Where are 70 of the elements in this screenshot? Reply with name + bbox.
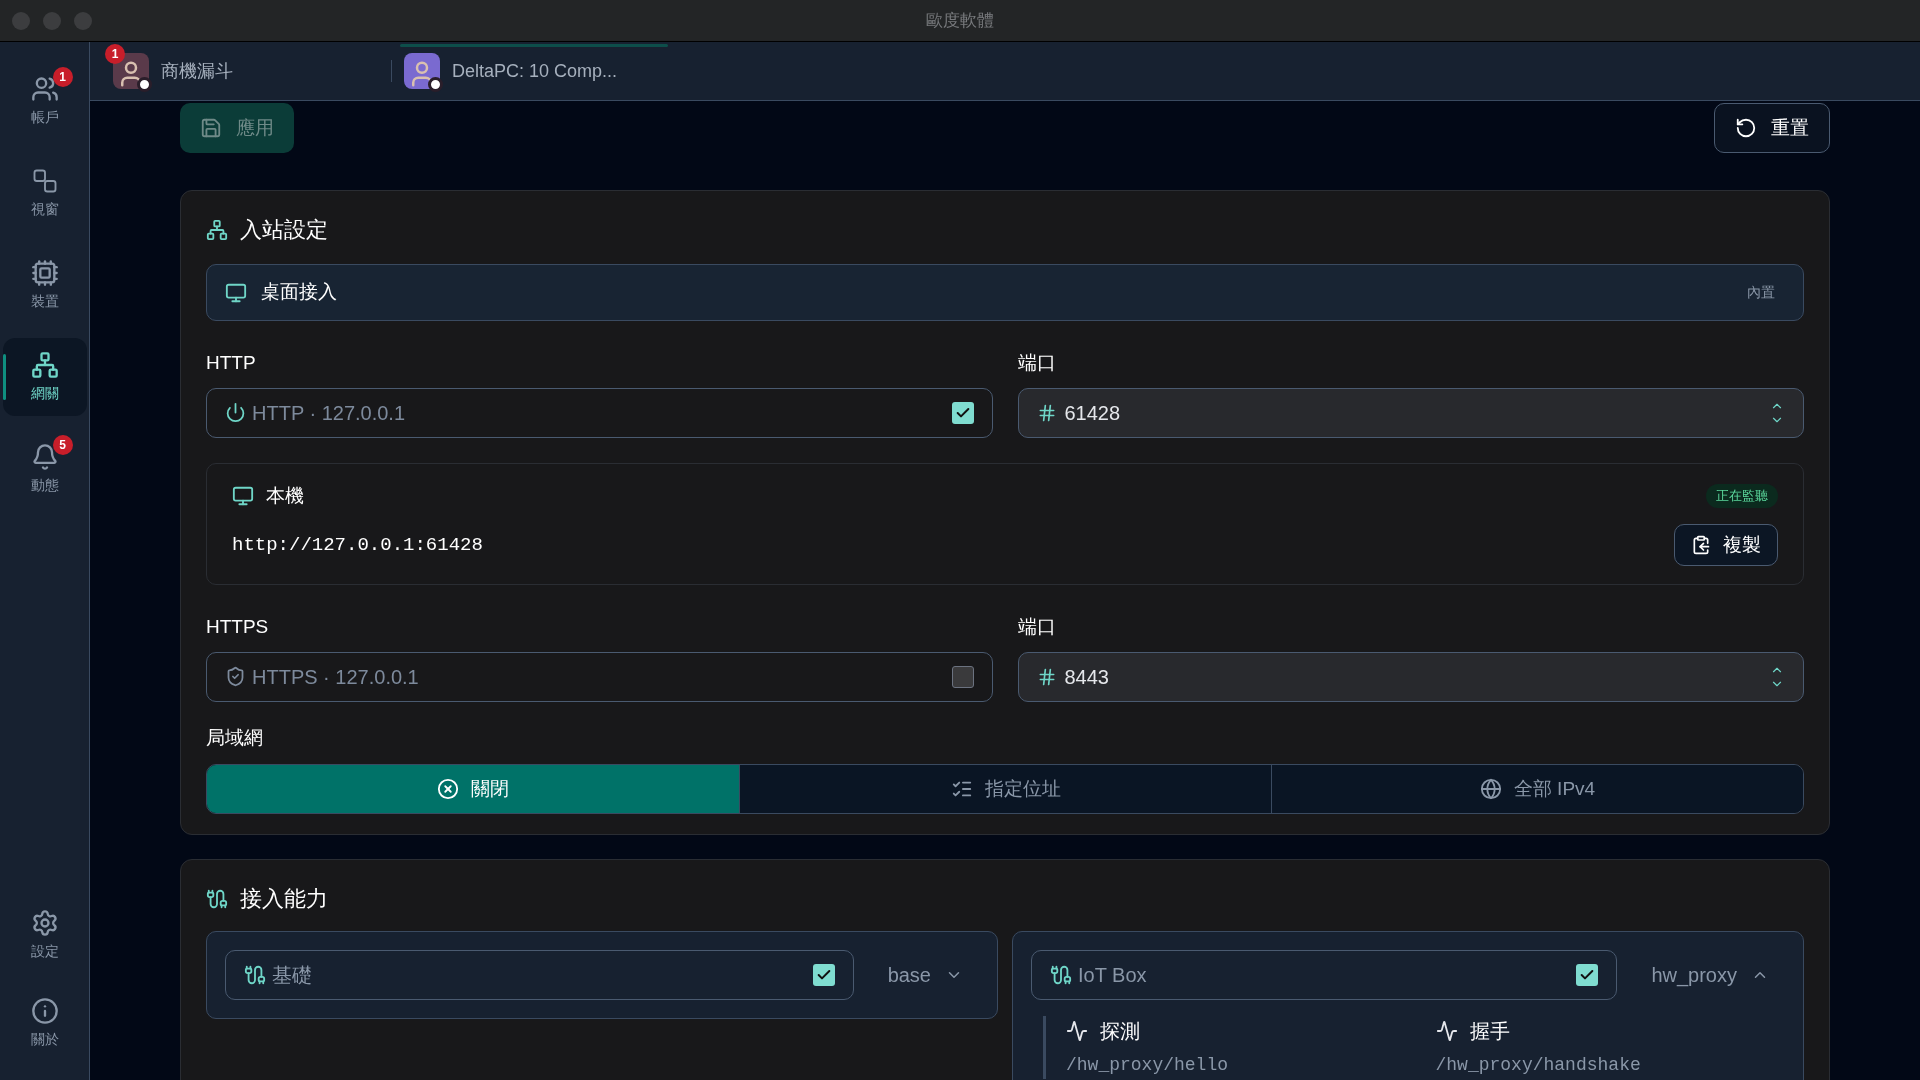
- chip-icon: [30, 258, 59, 287]
- shield-icon: [225, 666, 246, 687]
- network-icon: [30, 350, 59, 379]
- segment-option[interactable]: 全部 IPv4: [1271, 765, 1803, 813]
- sidebar-item[interactable]: 5 動態: [2, 430, 87, 508]
- pulse-icon: [1435, 1020, 1458, 1042]
- section-title: 接入能力: [240, 885, 328, 913]
- tab[interactable]: 1 商機漏斗: [105, 41, 387, 101]
- sidebar-item[interactable]: 1 帳戶: [2, 62, 87, 140]
- version-dropdown[interactable]: hw_proxy: [1635, 960, 1785, 990]
- checkbox[interactable]: [951, 401, 974, 424]
- sidebar-item[interactable]: 設定: [2, 898, 87, 972]
- copy-button[interactable]: 複製: [1674, 524, 1778, 566]
- checkbox[interactable]: [1576, 964, 1599, 986]
- checkbox[interactable]: [951, 665, 974, 688]
- network-icon: [206, 218, 228, 241]
- window-title: 歐度軟體: [926, 9, 994, 32]
- clipboard-icon: [1691, 535, 1711, 555]
- status-tag: 正在監聽: [1706, 484, 1778, 508]
- pulse-icon: [1066, 1020, 1088, 1042]
- local-title: 本機: [266, 483, 305, 508]
- builtin-tag: 內置: [1747, 282, 1775, 303]
- monitor-icon: [225, 281, 247, 304]
- capability-toggle[interactable]: IoT Box: [1031, 950, 1618, 1000]
- sidebar-item[interactable]: 裝置: [2, 246, 87, 324]
- port-field[interactable]: 8443: [1017, 651, 1804, 702]
- notification-badge: 1: [105, 44, 125, 64]
- monitor-icon: [232, 484, 254, 507]
- globe-icon: [1479, 778, 1502, 800]
- address-field[interactable]: HTTPS · 127.0.0.1: [206, 651, 993, 702]
- plug-icon: [1050, 964, 1072, 986]
- field-label: 局域網: [206, 725, 264, 750]
- checkbox[interactable]: [812, 964, 835, 986]
- apply-button[interactable]: 應用: [180, 103, 294, 153]
- endpoint-path: /hw_proxy/hello: [1066, 1054, 1230, 1077]
- plug-icon: [206, 887, 228, 910]
- capability-toggle[interactable]: 基礎: [225, 950, 854, 1000]
- address-field[interactable]: HTTP · 127.0.0.1: [206, 387, 993, 438]
- notification-badge: 1: [52, 66, 73, 87]
- url-text: http://127.0.0.1:61428: [232, 532, 484, 558]
- sidebar-item[interactable]: 視窗: [2, 154, 87, 232]
- notification-badge: 5: [52, 434, 73, 455]
- section-title: 入站設定: [240, 216, 328, 244]
- field-label: 端口: [1017, 615, 1057, 639]
- version-dropdown[interactable]: base: [871, 960, 979, 990]
- users-icon: [30, 74, 59, 103]
- save-icon: [200, 117, 222, 139]
- close-circle-icon: [437, 778, 459, 800]
- settings-icon: [30, 908, 59, 937]
- sidebar-item[interactable]: 網關: [2, 338, 87, 416]
- tab[interactable]: DeltaPC: 10 Comp...: [396, 41, 678, 101]
- avatar: [404, 53, 440, 89]
- field-label: HTTPS: [206, 615, 270, 639]
- endpoint-label: 握手: [1469, 1019, 1510, 1044]
- reset-icon: [1735, 117, 1757, 139]
- active-indicator: [2, 354, 6, 400]
- segment-option[interactable]: 關閉: [207, 765, 739, 813]
- segment-option[interactable]: 指定位址: [739, 765, 1271, 813]
- mode-label: 桌面接入: [261, 280, 338, 305]
- endpoint-label: 探測: [1100, 1019, 1140, 1044]
- reset-button[interactable]: 重置: [1714, 103, 1830, 153]
- bell-icon: [30, 442, 59, 471]
- info-icon: [30, 996, 59, 1025]
- field-label: 端口: [1017, 351, 1057, 375]
- port-field[interactable]: 61428: [1017, 387, 1804, 438]
- endpoint-path: /hw_proxy/handshake: [1435, 1054, 1642, 1077]
- sidebar-item[interactable]: 關於: [2, 986, 87, 1060]
- field-label: HTTP: [206, 351, 257, 375]
- plug-icon: [244, 964, 266, 986]
- power-icon: [225, 402, 246, 423]
